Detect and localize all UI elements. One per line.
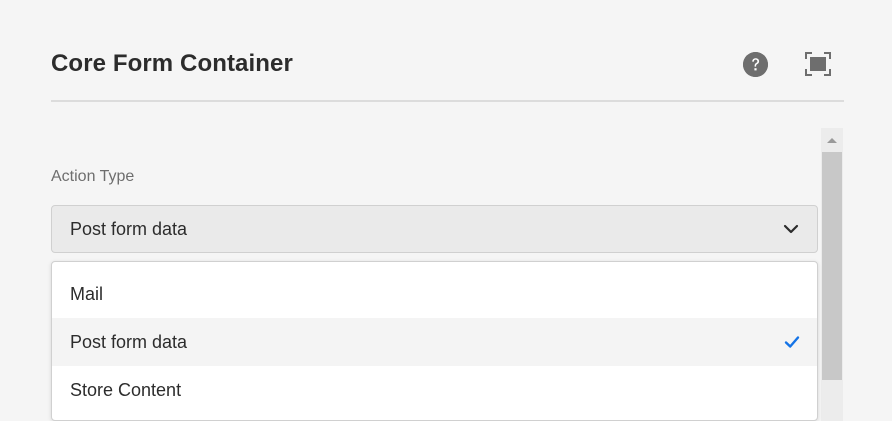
option-label: Store Content	[70, 380, 182, 400]
scroll-up-button[interactable]	[821, 128, 843, 152]
option-label: Mail	[70, 284, 104, 304]
action-type-select[interactable]: Post form data	[51, 205, 818, 253]
action-type-dropdown-list: Mail Post form data Store Content	[51, 261, 818, 421]
dialog: Core Form Container Action Type Post for…	[0, 0, 892, 421]
fullscreen-button[interactable]	[805, 52, 831, 76]
vertical-scrollbar[interactable]	[821, 128, 843, 421]
header-divider	[51, 100, 844, 102]
scrollbar-thumb[interactable]	[822, 152, 842, 380]
help-icon	[743, 52, 768, 77]
action-type-label: Action Type	[51, 168, 135, 185]
action-type-value: Post form data	[70, 219, 188, 239]
dropdown-option-store-content[interactable]: Store Content	[52, 366, 817, 414]
help-button[interactable]	[743, 52, 768, 77]
dialog-header: Core Form Container	[51, 40, 844, 90]
fullscreen-icon	[805, 52, 831, 76]
option-label: Post form data	[70, 332, 188, 352]
dropdown-option-mail[interactable]: Mail	[52, 270, 817, 318]
checkmark-icon	[784, 336, 800, 348]
scroll-up-arrow-icon	[827, 138, 837, 143]
dialog-title: Core Form Container	[51, 50, 293, 77]
dropdown-option-post-form-data[interactable]: Post form data	[52, 318, 817, 366]
chevron-down-icon	[783, 224, 799, 234]
